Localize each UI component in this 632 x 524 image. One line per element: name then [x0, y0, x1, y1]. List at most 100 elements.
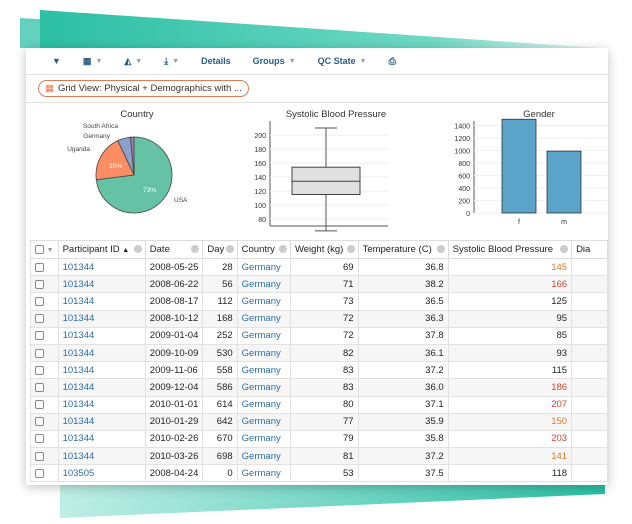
participant-id-link[interactable]: 101344 — [57, 447, 146, 466]
day-cell: 586 — [202, 378, 238, 397]
row-checkbox[interactable] — [35, 382, 44, 392]
charts-button[interactable]: ◭ ▼ — [124, 56, 142, 67]
systolic-bp-cell: 125 — [447, 292, 573, 311]
grid-view-selector[interactable]: ▦ Grid View: Physical + Demographics with… — [38, 80, 249, 97]
column-menu-icon[interactable] — [436, 245, 445, 253]
systolic-bp-cell: 207 — [447, 395, 573, 414]
column-header[interactable]: Weight (kg) — [289, 240, 359, 259]
participant-id-link[interactable]: 101344 — [57, 361, 146, 380]
row-checkbox[interactable] — [35, 365, 44, 375]
participant-id-link[interactable]: 101344 — [57, 309, 146, 328]
row-checkbox[interactable] — [35, 417, 44, 427]
table-row: 101344 2009-12-04 586 Germany 83 36.0 18… — [30, 378, 608, 397]
column-menu-icon[interactable] — [278, 245, 287, 253]
column-header[interactable]: Temperature (C) — [357, 240, 449, 259]
column-header[interactable]: Participant ID ▲ — [57, 240, 146, 259]
row-checkbox[interactable] — [35, 296, 44, 306]
participant-id-link[interactable]: 101344 — [57, 343, 146, 363]
systolic-bp-cell: 150 — [447, 412, 573, 431]
column-header-label: Temperature (C) — [362, 244, 432, 255]
column-header-label: Day — [207, 244, 225, 255]
country-link[interactable]: Germany — [236, 464, 291, 483]
country-link[interactable]: Germany — [236, 447, 291, 466]
systolic-bp-cell: 186 — [447, 378, 573, 397]
temperature-cell: 37.2 — [357, 447, 449, 466]
day-cell: 112 — [202, 292, 238, 311]
participant-id-link[interactable]: 101344 — [57, 412, 146, 431]
row-checkbox[interactable] — [35, 400, 44, 410]
date-cell: 2010-01-01 — [144, 395, 204, 414]
qc-state-button[interactable]: QC State ▼ — [318, 56, 367, 66]
row-checkbox[interactable] — [35, 468, 44, 478]
country-link[interactable]: Germany — [236, 361, 291, 380]
day-cell: 670 — [202, 429, 238, 449]
column-header[interactable]: Date — [144, 240, 204, 259]
temperature-cell: 37.2 — [357, 361, 449, 380]
details-button[interactable]: Details — [201, 56, 231, 66]
date-cell: 2008-06-22 — [144, 275, 204, 294]
weight-cell: 69 — [289, 257, 359, 277]
country-link[interactable]: Germany — [236, 309, 291, 328]
row-select-cell — [30, 412, 59, 431]
view-row: ▦ Grid View: Physical + Demographics with… — [26, 75, 608, 103]
column-header[interactable]: Country — [236, 240, 291, 259]
grid-views-button[interactable]: ▦ ▼ — [83, 56, 102, 67]
participant-id-link[interactable]: 101344 — [57, 429, 146, 449]
row-checkbox[interactable] — [35, 348, 44, 358]
participant-id-link[interactable]: 101344 — [57, 395, 146, 414]
country-link[interactable]: Germany — [236, 378, 291, 397]
table-row: 101344 2010-03-26 698 Germany 81 37.2 14… — [30, 447, 608, 466]
groups-button[interactable]: Groups ▼ — [253, 56, 296, 66]
column-header[interactable]: Systolic Blood Pressure — [447, 240, 573, 259]
participant-id-link[interactable]: 101344 — [57, 378, 146, 397]
country-link[interactable]: Germany — [236, 412, 291, 431]
print-icon: ⎙ — [388, 55, 396, 66]
row-select-cell — [30, 378, 59, 397]
date-cell: 2009-01-04 — [144, 326, 204, 345]
chevron-down-icon: ▼ — [359, 57, 367, 65]
charts-area: Country 73% USA 20% Uganda Germany South Afric… — [26, 103, 608, 237]
country-link[interactable]: Germany — [236, 275, 291, 294]
select-all-header[interactable]: ▼ — [30, 240, 59, 259]
participant-id-link[interactable]: 101344 — [57, 326, 146, 345]
systolic-bp-cell: 85 — [447, 326, 573, 345]
country-link[interactable]: Germany — [236, 343, 291, 363]
filter-button[interactable]: ▼ — [52, 56, 61, 66]
table-header: ▼ Participant ID ▲ Date Day Country Weight (k… — [30, 240, 608, 259]
date-cell: 2009-11-06 — [144, 361, 204, 380]
select-all-checkbox[interactable] — [35, 244, 44, 254]
column-header[interactable]: Day — [202, 240, 238, 259]
column-header[interactable]: Dia — [571, 240, 608, 259]
row-checkbox[interactable] — [35, 451, 44, 461]
row-checkbox[interactable] — [35, 331, 44, 341]
country-link[interactable]: Germany — [236, 395, 291, 414]
country-link[interactable]: Germany — [236, 326, 291, 345]
column-menu-icon[interactable] — [191, 245, 200, 253]
pie-label: South Africa — [83, 123, 118, 130]
column-menu-icon[interactable] — [225, 245, 234, 253]
row-select-cell — [30, 361, 59, 380]
systolic-bp-cell: 203 — [447, 429, 573, 449]
country-link[interactable]: Germany — [236, 429, 291, 449]
print-button[interactable]: ⎙ — [389, 56, 396, 67]
day-cell: 0 — [202, 464, 238, 483]
row-select-cell — [30, 395, 59, 414]
participant-id-link[interactable]: 101344 — [57, 275, 146, 294]
participant-id-link[interactable]: 101344 — [57, 292, 146, 311]
country-link[interactable]: Germany — [236, 257, 291, 277]
row-checkbox[interactable] — [35, 314, 44, 324]
column-menu-icon[interactable] — [346, 245, 355, 253]
country-link[interactable]: Germany — [236, 292, 291, 311]
date-cell: 2008-10-12 — [144, 309, 204, 328]
column-menu-icon[interactable] — [133, 245, 142, 253]
participant-id-link[interactable]: 101344 — [57, 257, 146, 277]
row-checkbox[interactable] — [35, 279, 44, 289]
y-tick-label: 1000 — [454, 149, 470, 156]
participant-id-link[interactable]: 103505 — [57, 464, 146, 483]
row-checkbox[interactable] — [35, 434, 44, 444]
export-button[interactable]: ⤓ ▼ — [164, 56, 179, 67]
column-menu-icon[interactable] — [560, 245, 569, 253]
row-checkbox[interactable] — [35, 262, 44, 272]
groups-label: Groups — [252, 56, 285, 66]
table-row: 101344 2009-01-04 252 Germany 72 37.8 85 — [30, 326, 608, 345]
